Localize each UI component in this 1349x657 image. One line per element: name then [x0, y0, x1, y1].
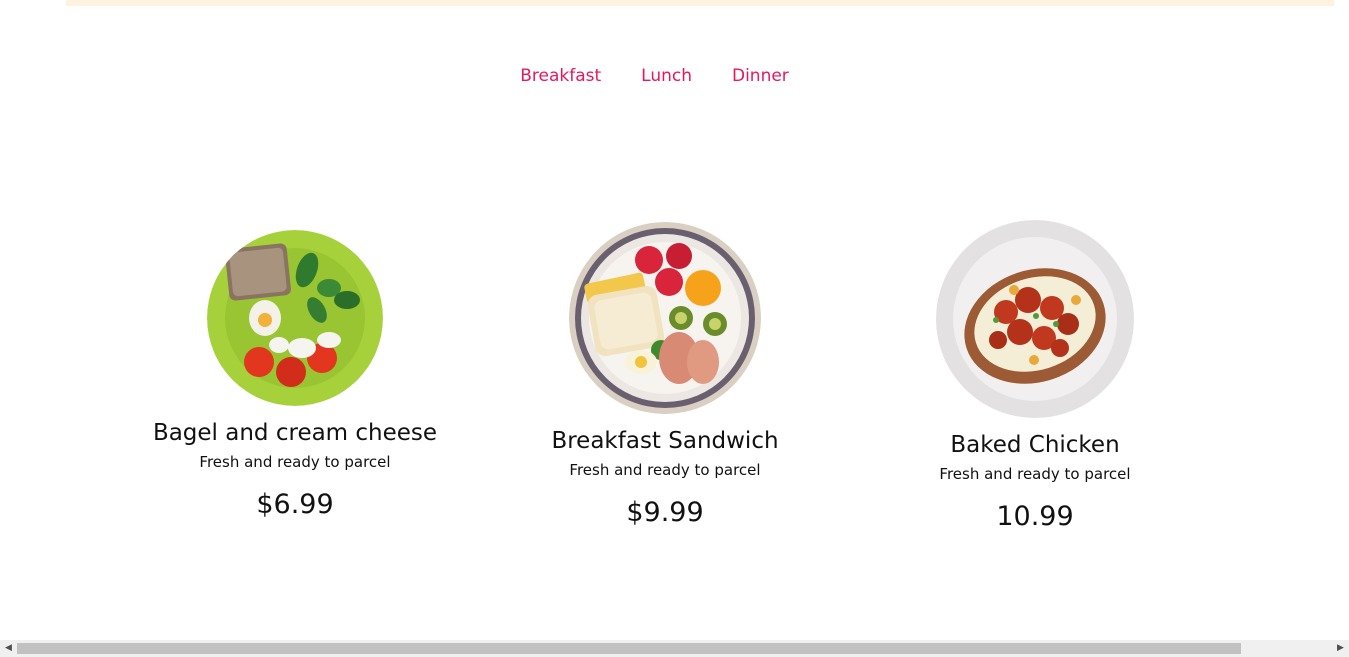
menu-item-description: Fresh and ready to parcel	[569, 461, 761, 479]
menu-card-breakfast-sandwich: Breakfast Sandwich Fresh and ready to pa…	[515, 222, 815, 530]
tab-breakfast[interactable]: Breakfast	[520, 64, 601, 88]
menu-item-price: 10.99	[996, 501, 1074, 532]
scroll-right-arrow-icon[interactable]: ▶	[1332, 640, 1349, 657]
menu-card-baked-chicken: Baked Chicken Fresh and ready to parcel …	[885, 220, 1185, 534]
scroll-left-arrow-icon[interactable]: ◀	[0, 640, 17, 657]
menu-item-title: Bagel and cream cheese	[152, 420, 438, 446]
menu-item-title: Breakfast Sandwich	[551, 428, 779, 454]
menu-tabs: Breakfast Lunch Dinner	[0, 64, 1309, 88]
scrollbar-thumb[interactable]	[17, 643, 1241, 654]
menu-item-title: Baked Chicken	[950, 432, 1120, 458]
horizontal-scrollbar[interactable]: ◀ ▶	[0, 640, 1349, 657]
menu-item-description: Fresh and ready to parcel	[199, 453, 391, 471]
menu-item-description: Fresh and ready to parcel	[939, 465, 1131, 483]
baked-chicken-plate-image	[936, 220, 1134, 418]
menu-item-price: $6.99	[256, 489, 334, 520]
breakfast-plate-image	[569, 222, 761, 414]
tab-dinner[interactable]: Dinner	[732, 64, 789, 88]
menu-item-price: $9.99	[626, 497, 704, 528]
tab-lunch[interactable]: Lunch	[641, 64, 692, 88]
top-banner	[66, 0, 1334, 6]
menu-card-bagel: Bagel and cream cheese Fresh and ready t…	[145, 230, 445, 522]
bagel-plate-image	[207, 230, 383, 406]
